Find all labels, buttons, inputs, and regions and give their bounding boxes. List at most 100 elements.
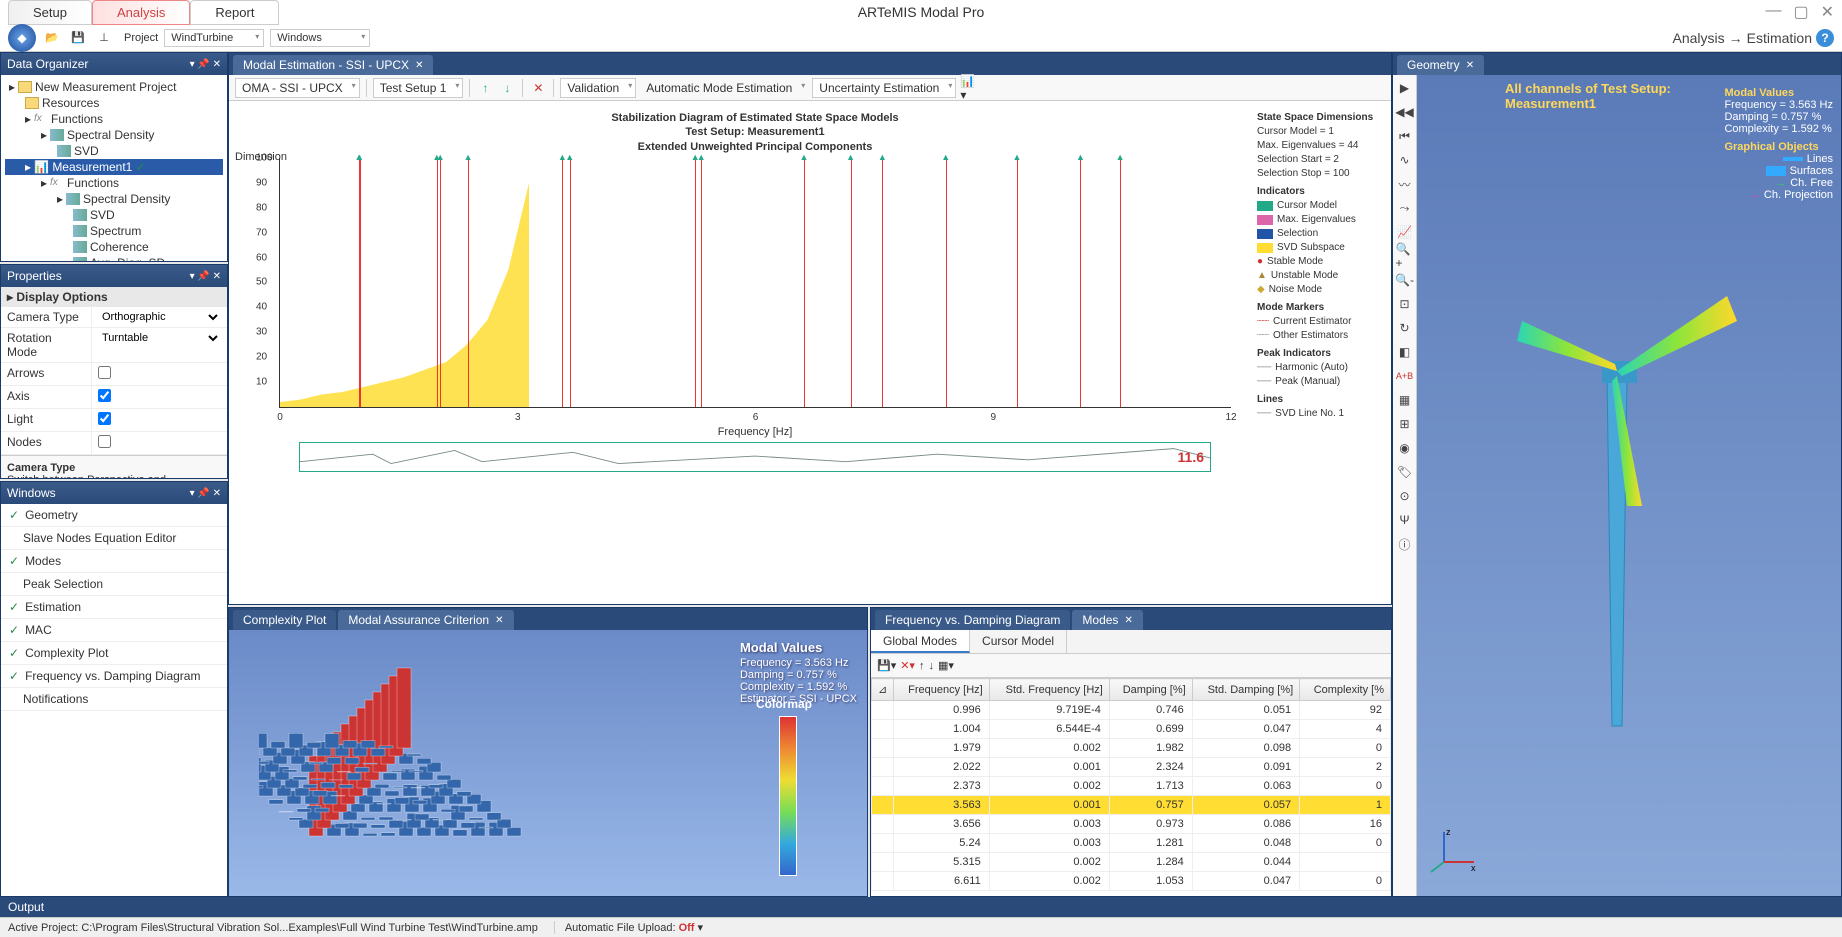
- table-row[interactable]: 5.240.0031.2810.0480: [872, 834, 1391, 853]
- windows-item[interactable]: ✓Modes: [1, 550, 227, 573]
- decay-icon[interactable]: ⤳: [1396, 199, 1414, 217]
- close-icon[interactable]: ✕: [415, 60, 423, 71]
- tree-functions[interactable]: ▸ fxFunctions: [5, 111, 223, 127]
- tab-geometry[interactable]: Geometry✕: [1397, 55, 1484, 75]
- windows-item[interactable]: ✓Complexity Plot: [1, 642, 227, 665]
- arrow-down-icon[interactable]: ↓: [498, 79, 516, 97]
- tree-svd[interactable]: SVD: [5, 143, 223, 159]
- ribbon-tab-analysis[interactable]: Analysis: [92, 0, 190, 25]
- windows-item[interactable]: ✓Geometry: [1, 504, 227, 527]
- table-row[interactable]: 3.5630.0010.7570.0571: [872, 796, 1391, 815]
- zoom-fit-icon[interactable]: ⊡: [1396, 295, 1414, 313]
- pin-icon[interactable]: ▾ 📌 ✕: [190, 59, 221, 70]
- tree-functions-2[interactable]: ▸ fxFunctions: [5, 175, 223, 191]
- delete-icon[interactable]: ✕▾: [900, 659, 915, 672]
- rewind-icon[interactable]: ⏮: [1396, 127, 1414, 145]
- sine-icon[interactable]: ∿: [1396, 151, 1414, 169]
- mac-chart[interactable]: Modal Values Frequency = 3.563 Hz Dampin…: [229, 630, 867, 896]
- project-dropdown[interactable]: WindTurbine: [164, 29, 264, 47]
- tree-spectrum[interactable]: Spectrum: [5, 223, 223, 239]
- arrows-checkbox[interactable]: [98, 366, 111, 379]
- tree-spectral-density-2[interactable]: ▸ Spectral Density: [5, 191, 223, 207]
- geometry-view[interactable]: ▶ ◀◀ ⏮ ∿ 〰 ⤳ 📈 🔍+ 🔍- ⊡ ↻ ◧ A+B ▦ ⊞ ◉: [1393, 75, 1841, 896]
- uncertainty-dropdown[interactable]: Uncertainty Estimation: [812, 78, 956, 98]
- maximize-button[interactable]: ▢: [1793, 2, 1808, 22]
- rotate-icon[interactable]: ↻: [1396, 319, 1414, 337]
- windows-item[interactable]: Slave Nodes Equation Editor: [1, 527, 227, 550]
- validation-dropdown[interactable]: Validation: [560, 78, 636, 98]
- mesh-icon[interactable]: ⊞: [1396, 415, 1414, 433]
- save-icon[interactable]: 💾: [68, 28, 88, 48]
- delete-icon[interactable]: ✕: [529, 79, 547, 97]
- node-icon[interactable]: ◉: [1396, 439, 1414, 457]
- rotation-mode-dropdown[interactable]: Turntable: [98, 331, 221, 345]
- save-icon[interactable]: 💾▾: [877, 659, 896, 672]
- table-header[interactable]: Damping [%]: [1109, 679, 1192, 701]
- wave-icon[interactable]: 〰: [1396, 175, 1414, 193]
- tree-project[interactable]: ▸ New Measurement Project: [5, 79, 223, 95]
- zoom-in-icon[interactable]: 🔍+: [1396, 247, 1414, 265]
- display-options-header[interactable]: ▸ Display Options: [1, 287, 227, 307]
- pin-icon[interactable]: ▾ 📌 ✕: [190, 271, 221, 282]
- windows-item[interactable]: Peak Selection: [1, 573, 227, 596]
- cube-icon[interactable]: ◧: [1396, 343, 1414, 361]
- grid-icon[interactable]: ▦: [1396, 391, 1414, 409]
- tree-coherence[interactable]: Coherence: [5, 239, 223, 255]
- arrow-up-icon[interactable]: ↑: [476, 79, 494, 97]
- auto-upload-status[interactable]: Automatic File Upload: Off ▾: [554, 921, 703, 934]
- open-icon[interactable]: 📂: [42, 28, 62, 48]
- tree-resources[interactable]: Resources: [5, 95, 223, 111]
- ribbon-tab-setup[interactable]: Setup: [8, 0, 92, 25]
- method-dropdown[interactable]: OMA - SSI - UPCX: [235, 78, 360, 98]
- app-logo-icon[interactable]: [8, 24, 36, 52]
- play-icon[interactable]: ▶: [1396, 79, 1414, 97]
- label-icon[interactable]: 🏷: [1396, 463, 1414, 481]
- chart-options-icon[interactable]: 📊▾: [960, 79, 978, 97]
- move-down-icon[interactable]: ↓: [928, 660, 934, 672]
- tab-mac[interactable]: Modal Assurance Criterion✕: [338, 610, 513, 630]
- axis-icon[interactable]: ⊥: [94, 28, 114, 48]
- auto-mode-button[interactable]: Automatic Mode Estimation: [640, 79, 808, 97]
- properties-header[interactable]: Properties ▾ 📌 ✕: [1, 265, 227, 287]
- table-header[interactable]: Std. Damping [%]: [1192, 679, 1299, 701]
- frequency-slider[interactable]: 11.6: [299, 442, 1211, 472]
- tree-measurement1[interactable]: ▸ 📊 Measurement1 ✓: [5, 159, 223, 175]
- subtab-global[interactable]: Global Modes: [871, 630, 970, 653]
- table-row[interactable]: 6.6110.0021.0530.0470: [872, 872, 1391, 891]
- windows-item[interactable]: ✓Frequency vs. Damping Diagram: [1, 665, 227, 688]
- settings-icon[interactable]: ⊙: [1396, 487, 1414, 505]
- tree-spectral-density[interactable]: ▸ Spectral Density: [5, 127, 223, 143]
- crumb-analysis[interactable]: Analysis: [1673, 30, 1725, 46]
- table-header[interactable]: Std. Frequency [Hz]: [989, 679, 1109, 701]
- subtab-cursor[interactable]: Cursor Model: [970, 630, 1067, 653]
- data-organizer-header[interactable]: Data Organizer ▾ 📌 ✕: [1, 53, 227, 75]
- windows-dropdown[interactable]: Windows: [270, 29, 370, 47]
- tree-svd-2[interactable]: SVD: [5, 207, 223, 223]
- step-back-icon[interactable]: ◀◀: [1396, 103, 1414, 121]
- move-up-icon[interactable]: ↑: [919, 660, 925, 672]
- table-header[interactable]: Frequency [Hz]: [894, 679, 989, 701]
- tree-avg-diag[interactable]: Avg. Diag. SD: [5, 255, 223, 261]
- table-row[interactable]: 2.0220.0012.3240.0912: [872, 758, 1391, 777]
- modes-table[interactable]: ⊿Frequency [Hz]Std. Frequency [Hz]Dampin…: [871, 678, 1391, 891]
- trident-icon[interactable]: Ψ: [1396, 511, 1414, 529]
- windows-item[interactable]: ✓Estimation: [1, 596, 227, 619]
- windows-item[interactable]: ✓MAC: [1, 619, 227, 642]
- table-header[interactable]: Complexity [%: [1300, 679, 1391, 701]
- axis-checkbox[interactable]: [98, 389, 111, 402]
- close-icon[interactable]: ✕: [495, 615, 503, 626]
- tab-ssi-upcx[interactable]: Modal Estimation - SSI - UPCX✕: [233, 55, 433, 75]
- table-row[interactable]: 1.9790.0021.9820.0980: [872, 739, 1391, 758]
- light-checkbox[interactable]: [98, 412, 111, 425]
- options-icon[interactable]: ▦▾: [938, 659, 954, 672]
- stabilization-chart[interactable]: Stabilization Diagram of Estimated State…: [229, 101, 1251, 604]
- windows-header[interactable]: Windows ▾ 📌 ✕: [1, 482, 227, 504]
- tab-modes[interactable]: Modes✕: [1072, 610, 1142, 630]
- table-row[interactable]: 0.9969.719E-40.7460.05192: [872, 701, 1391, 720]
- test-setup-dropdown[interactable]: Test Setup 1: [373, 78, 464, 98]
- close-icon[interactable]: ✕: [1124, 615, 1132, 626]
- windows-item[interactable]: Notifications: [1, 688, 227, 711]
- tab-complexity[interactable]: Complexity Plot: [233, 610, 336, 630]
- close-button[interactable]: ✕: [1821, 2, 1834, 22]
- zoom-out-icon[interactable]: 🔍-: [1396, 271, 1414, 289]
